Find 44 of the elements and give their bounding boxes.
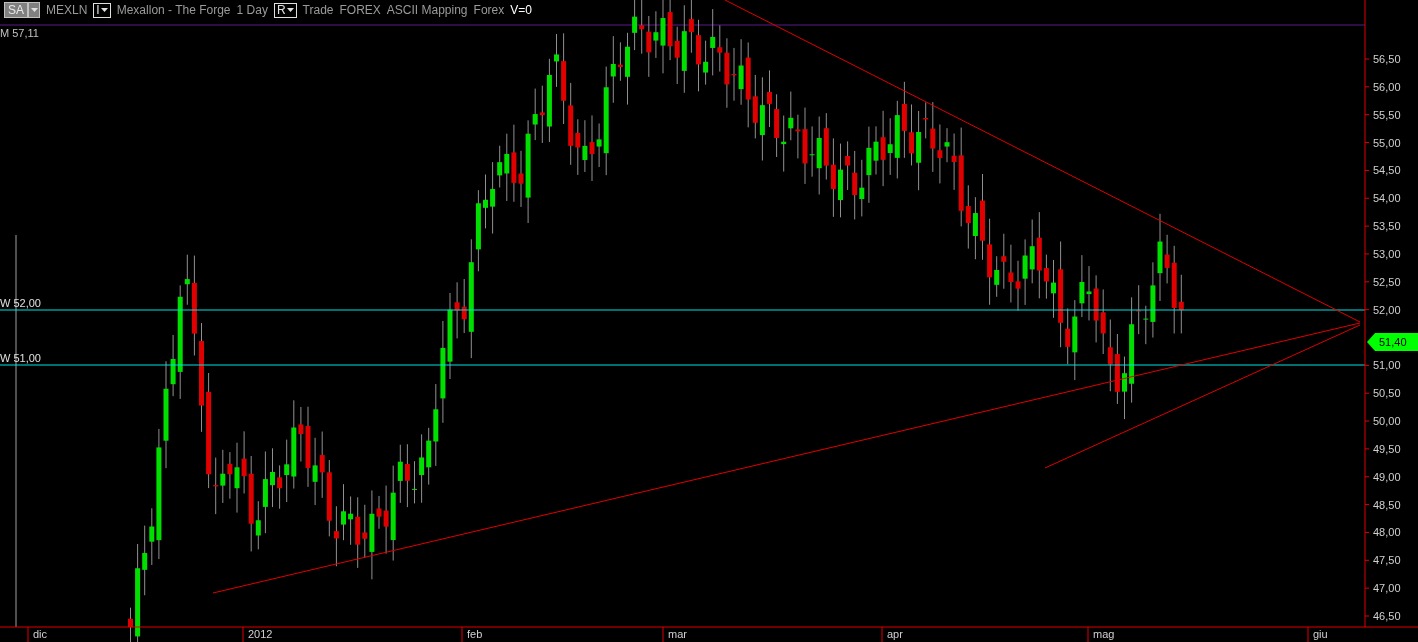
date-axis-label: 2012 xyxy=(248,628,273,640)
price-axis-label: 52,50 xyxy=(1373,275,1401,288)
mode-selector[interactable]: R xyxy=(273,2,297,18)
level-label: W 52,00 xyxy=(0,297,41,309)
price-axis-label: 54,50 xyxy=(1373,164,1401,177)
price-axis-label: 52,00 xyxy=(1373,303,1401,316)
price-axis-label: 46,50 xyxy=(1373,610,1401,622)
period-label: 1 Day xyxy=(236,2,268,19)
date-axis-label: giu xyxy=(1313,628,1328,640)
last-price-marker: 51,40 xyxy=(1367,333,1418,351)
toolbar-label: FOREX xyxy=(339,2,381,19)
date-axis-label: mar xyxy=(668,628,687,640)
caret-icon xyxy=(31,8,38,12)
interval-selector[interactable]: I xyxy=(93,2,111,18)
date-axis-label: mag xyxy=(1093,628,1115,640)
caret-icon xyxy=(100,8,108,12)
price-axis-label: 55,00 xyxy=(1373,136,1401,149)
price-axis-label: 53,50 xyxy=(1373,220,1401,233)
date-axis-label: apr xyxy=(887,628,903,640)
price-axis-label: 49,50 xyxy=(1373,442,1401,455)
symbol-label: MEXLN xyxy=(46,2,88,19)
instrument-label: Mexallon - The Forge xyxy=(116,2,231,19)
price-axis-label: 56,00 xyxy=(1373,80,1401,93)
price-axis-label: 53,00 xyxy=(1373,247,1401,260)
price-axis-label: 50,50 xyxy=(1373,387,1401,400)
price-axis-label: 55,50 xyxy=(1373,108,1401,121)
date-axis-label: feb xyxy=(467,628,483,640)
toolbar-label: ASCII Mapping xyxy=(386,2,468,19)
price-axis-label: 47,00 xyxy=(1373,582,1401,595)
level-label: W 51,00 xyxy=(0,352,41,364)
price-axis-label: 54,00 xyxy=(1373,192,1401,205)
caret-icon xyxy=(286,8,294,12)
toolbar-label: Forex xyxy=(473,2,505,19)
price-axis-label: 49,00 xyxy=(1373,470,1401,483)
price-axis-label: 47,50 xyxy=(1373,554,1401,567)
price-axis-label: 48,00 xyxy=(1373,526,1401,539)
price-axis-label: 48,50 xyxy=(1373,498,1401,511)
volume-label: V=0 xyxy=(510,2,532,19)
price-axis-label: 51,00 xyxy=(1373,359,1401,372)
price-axis-label: 50,00 xyxy=(1373,415,1401,428)
price-axis-label: 56,50 xyxy=(1373,53,1401,65)
toolbar-label: Trade xyxy=(302,2,334,19)
top-label: M 57,11 xyxy=(0,27,39,39)
date-axis-label: dic xyxy=(33,628,48,640)
